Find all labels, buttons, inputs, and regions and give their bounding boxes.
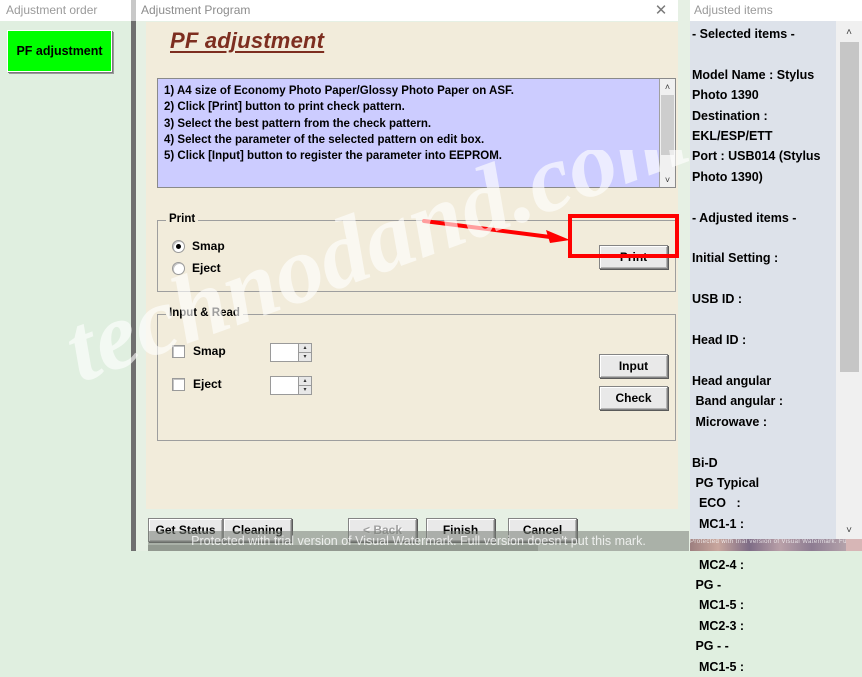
page-title-bar: PF adjustment: [146, 22, 678, 62]
application-window: Adjustment order PF adjustment Adjustmen…: [0, 0, 862, 674]
checkbox-indicator[interactable]: [172, 377, 185, 391]
radio-indicator[interactable]: [172, 239, 185, 253]
check-button[interactable]: Check: [599, 386, 668, 410]
instructions-box: 1) A4 size of Economy Photo Paper/Glossy…: [157, 78, 676, 188]
checkbox-label: Eject: [193, 377, 222, 391]
radio-label: Eject: [192, 261, 221, 275]
scroll-down-icon[interactable]: ˅: [839, 521, 859, 539]
adjusted-items-header-label: Adjusted items: [694, 3, 773, 17]
smap-spinner-buttons[interactable]: ▴ ▾: [298, 343, 312, 362]
checkbox-indicator[interactable]: [172, 344, 185, 358]
instructions-scrollbar[interactable]: ˄ ˅: [659, 79, 675, 187]
smap-spinner[interactable]: ▴ ▾: [270, 343, 312, 362]
adjusted-items-panel: Adjusted items - Selected items - Model …: [690, 0, 862, 674]
cancel-button[interactable]: Cancel: [508, 518, 577, 542]
get-status-button[interactable]: Get Status: [148, 518, 223, 542]
adjusted-items-header: Adjusted items: [690, 0, 862, 21]
sidebar-body: PF adjustment: [0, 21, 131, 551]
adjustment-program-dialog: Adjustment Program ✕ PF adjustment 1) A4…: [136, 0, 678, 551]
checkbox-smap[interactable]: Smap: [172, 344, 226, 358]
scroll-down-icon[interactable]: ˅: [660, 172, 675, 187]
background-photo-strip: [690, 539, 846, 551]
adjustment-order-sidebar: Adjustment order PF adjustment: [0, 0, 131, 551]
close-icon[interactable]: ✕: [650, 1, 672, 20]
print-group-legend: Print: [166, 213, 199, 225]
dialog-title: Adjustment Program: [141, 3, 251, 17]
sidebar-item-pf-adjustment[interactable]: PF adjustment: [7, 30, 112, 72]
sidebar-header: Adjustment order: [0, 0, 131, 21]
radio-label: Smap: [192, 239, 225, 253]
radio-print-eject[interactable]: Eject: [172, 261, 221, 275]
adjusted-items-text: - Selected items - Model Name : Stylus P…: [692, 27, 821, 674]
back-button: < Back: [348, 518, 417, 542]
checkbox-eject[interactable]: Eject: [172, 377, 222, 391]
dialog-footer: Get Status Cleaning < Back Finish Cancel: [136, 509, 678, 551]
finish-button[interactable]: Finish: [426, 518, 495, 542]
checkbox-label: Smap: [193, 344, 226, 358]
input-read-group-legend: Input & Read: [166, 307, 243, 319]
spin-down-icon[interactable]: ▾: [298, 385, 312, 395]
page-title: PF adjustment: [170, 28, 325, 53]
dialog-titlebar: Adjustment Program ✕: [136, 0, 678, 21]
input-button[interactable]: Input: [599, 354, 668, 378]
eject-spinner-buttons[interactable]: ▴ ▾: [298, 376, 312, 395]
dialog-content-panel: PF adjustment 1) A4 size of Economy Phot…: [146, 22, 678, 509]
eject-spinner[interactable]: ▴ ▾: [270, 376, 312, 395]
scrollbar-thumb[interactable]: [840, 42, 859, 372]
scrollbar-thumb[interactable]: [661, 95, 674, 155]
cleaning-button[interactable]: Cleaning: [223, 518, 292, 542]
scroll-up-icon[interactable]: ˄: [660, 79, 675, 94]
spin-down-icon[interactable]: ▾: [298, 352, 312, 362]
dialog-body: PF adjustment 1) A4 size of Economy Phot…: [136, 21, 678, 551]
radio-indicator[interactable]: [172, 261, 185, 275]
sidebar-header-label: Adjustment order: [6, 3, 98, 17]
instructions-text: 1) A4 size of Economy Photo Paper/Glossy…: [164, 85, 514, 163]
radio-print-smap[interactable]: Smap: [172, 239, 225, 253]
print-button[interactable]: Print: [599, 245, 668, 269]
scroll-up-icon[interactable]: ˄: [839, 23, 859, 41]
dialog-right-scrollbar[interactable]: [678, 0, 690, 551]
adjusted-items-scrollbar[interactable]: ˄ ˅: [836, 21, 862, 551]
